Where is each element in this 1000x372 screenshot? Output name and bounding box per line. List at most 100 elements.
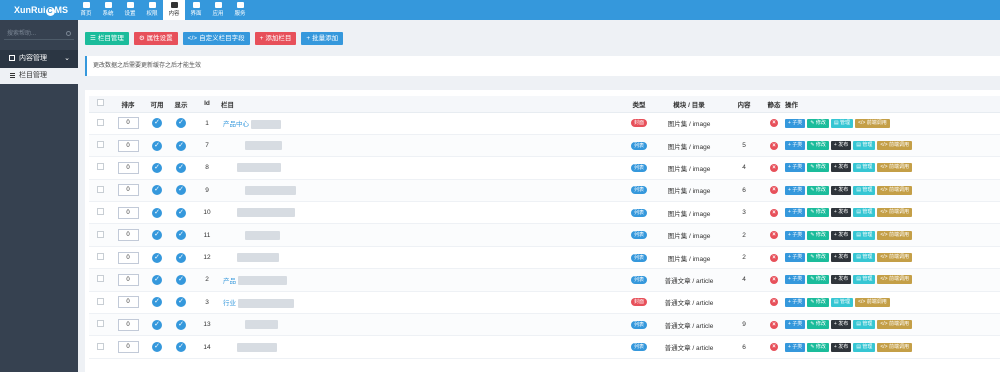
nav-item-4[interactable]: 内容 [163, 0, 185, 20]
op-button-4[interactable]: </> 前端调用 [877, 253, 913, 263]
toolbar-button-1[interactable]: ⚙ 属性设置 [133, 32, 178, 45]
row-checkbox[interactable] [96, 230, 104, 238]
sort-input[interactable]: 0 [117, 184, 139, 197]
enabled-check-icon[interactable]: ✓ [152, 297, 162, 308]
category-name-link[interactable]: 产品中心 [223, 121, 249, 128]
sort-input[interactable]: 0 [117, 229, 139, 242]
op-button-4[interactable]: </> 前端调用 [877, 320, 913, 330]
sidebar-item-content-management[interactable]: 内容管理 ⌄ [0, 50, 78, 68]
category-name-link[interactable]: 产品 [223, 278, 236, 285]
op-button-2[interactable]: + 发布 [830, 253, 852, 263]
op-button-2[interactable]: + 发布 [830, 342, 852, 352]
row-checkbox[interactable] [96, 275, 104, 283]
sort-input[interactable]: 0 [117, 251, 139, 264]
visible-check-icon[interactable]: ✓ [176, 297, 186, 308]
enabled-check-icon[interactable]: ✓ [152, 118, 162, 129]
enabled-check-icon[interactable]: ✓ [152, 140, 162, 151]
static-off-icon[interactable]: × [770, 186, 778, 195]
nav-item-2[interactable]: 设置 [119, 0, 141, 20]
logo[interactable]: XunRui C MS [0, 0, 80, 20]
sort-input[interactable]: 0 [117, 341, 139, 354]
static-off-icon[interactable]: × [770, 231, 778, 240]
op-button-4[interactable]: </> 前端调用 [877, 230, 913, 240]
op-button-1[interactable]: ✎ 修改 [807, 320, 829, 330]
nav-item-7[interactable]: 服务 [229, 0, 251, 20]
op-button-1[interactable]: ✎ 修改 [807, 163, 829, 173]
op-button-0[interactable]: + 子类 [785, 297, 806, 307]
sidebar-search-input[interactable]: 搜索帮助... [4, 29, 74, 40]
op-button-4[interactable]: </> 前端调用 [877, 163, 913, 173]
row-checkbox[interactable] [96, 342, 104, 350]
op-button-0[interactable]: + 子类 [785, 320, 806, 330]
static-off-icon[interactable]: × [770, 320, 778, 329]
enabled-check-icon[interactable]: ✓ [152, 185, 162, 196]
op-button-0[interactable]: + 子类 [785, 253, 806, 263]
row-checkbox[interactable] [96, 297, 104, 305]
select-all-checkbox[interactable] [96, 99, 104, 107]
row-checkbox[interactable] [96, 253, 104, 261]
nav-item-5[interactable]: 界面 [185, 0, 207, 20]
visible-check-icon[interactable]: ✓ [176, 162, 186, 173]
op-button-1[interactable]: ✎ 修改 [807, 185, 829, 195]
op-button-3[interactable]: ▤ 管理 [853, 185, 876, 195]
toolbar-button-4[interactable]: + 批量添加 [301, 32, 344, 45]
op-button-3[interactable]: </> 前端调用 [855, 118, 890, 128]
op-button-2[interactable]: + 发布 [830, 163, 852, 173]
op-button-0[interactable]: + 子类 [785, 208, 806, 218]
op-button-3[interactable]: ▤ 管理 [853, 163, 876, 173]
op-button-4[interactable]: </> 前端调用 [877, 141, 913, 151]
row-checkbox[interactable] [96, 185, 104, 193]
nav-item-0[interactable]: 首页 [75, 0, 97, 20]
op-button-1[interactable]: ✎ 修改 [807, 275, 829, 285]
op-button-1[interactable]: ✎ 修改 [807, 230, 829, 240]
enabled-check-icon[interactable]: ✓ [152, 162, 162, 173]
visible-check-icon[interactable]: ✓ [176, 274, 186, 285]
visible-check-icon[interactable]: ✓ [176, 342, 186, 353]
op-button-1[interactable]: ✎ 修改 [807, 208, 829, 218]
visible-check-icon[interactable]: ✓ [176, 185, 186, 196]
sort-input[interactable]: 0 [117, 139, 139, 152]
static-off-icon[interactable]: × [770, 343, 778, 352]
op-button-2[interactable]: + 发布 [830, 185, 852, 195]
toolbar-button-0[interactable]: ☰ 栏目管理 [85, 32, 129, 45]
op-button-3[interactable]: ▤ 管理 [853, 342, 876, 352]
toolbar-button-2[interactable]: </> 自定义栏目字段 [182, 32, 250, 45]
op-button-3[interactable]: ▤ 管理 [853, 320, 876, 330]
static-off-icon[interactable]: × [770, 208, 778, 217]
op-button-0[interactable]: + 子类 [785, 163, 806, 173]
op-button-2[interactable]: + 发布 [830, 208, 852, 218]
op-button-1[interactable]: ✎ 修改 [807, 297, 829, 307]
sort-input[interactable]: 0 [117, 273, 139, 286]
visible-check-icon[interactable]: ✓ [176, 118, 186, 129]
static-off-icon[interactable]: × [770, 119, 778, 128]
sort-input[interactable]: 0 [117, 318, 139, 331]
op-button-3[interactable]: ▤ 管理 [853, 141, 876, 151]
row-checkbox[interactable] [96, 163, 104, 171]
visible-check-icon[interactable]: ✓ [176, 230, 186, 241]
op-button-2[interactable]: ▤ 管理 [830, 118, 854, 128]
op-button-0[interactable]: + 子类 [785, 275, 806, 285]
enabled-check-icon[interactable]: ✓ [152, 230, 162, 241]
visible-check-icon[interactable]: ✓ [176, 140, 186, 151]
op-button-3[interactable]: ▤ 管理 [853, 230, 876, 240]
static-off-icon[interactable]: × [770, 141, 778, 150]
sort-input[interactable]: 0 [117, 117, 139, 130]
op-button-0[interactable]: + 子类 [785, 141, 806, 151]
nav-item-1[interactable]: 系统 [97, 0, 119, 20]
op-button-1[interactable]: ✎ 修改 [807, 342, 829, 352]
op-button-0[interactable]: + 子类 [785, 230, 806, 240]
enabled-check-icon[interactable]: ✓ [152, 252, 162, 263]
chevron-down-icon[interactable]: ⌄ [64, 50, 70, 68]
enabled-check-icon[interactable]: ✓ [152, 207, 162, 218]
op-button-2[interactable]: + 发布 [830, 230, 852, 240]
op-button-3[interactable]: ▤ 管理 [853, 208, 876, 218]
search-icon[interactable] [66, 31, 71, 36]
op-button-2[interactable]: + 发布 [830, 141, 852, 151]
visible-check-icon[interactable]: ✓ [176, 252, 186, 263]
category-name-link[interactable]: 行业 [223, 300, 236, 307]
op-button-2[interactable]: + 发布 [830, 320, 852, 330]
visible-check-icon[interactable]: ✓ [176, 207, 186, 218]
row-checkbox[interactable] [96, 141, 104, 149]
op-button-3[interactable]: ▤ 管理 [853, 253, 876, 263]
op-button-0[interactable]: + 子类 [785, 185, 806, 195]
